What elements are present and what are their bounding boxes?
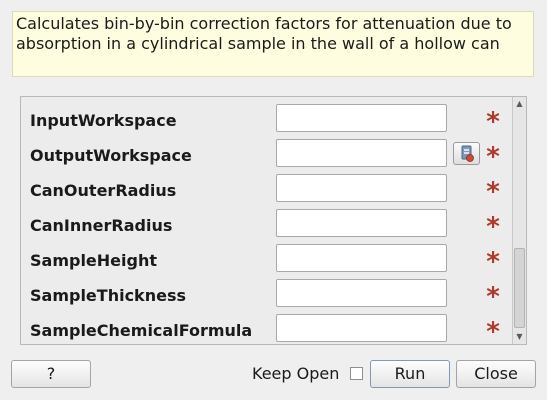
property-label: OutputWorkspace bbox=[30, 146, 192, 165]
property-label: SampleThickness bbox=[30, 286, 186, 305]
sample-thickness-field[interactable] bbox=[276, 279, 447, 307]
properties-scrollbar[interactable]: ▲ ▼ bbox=[512, 97, 526, 344]
can-outer-radius-field[interactable] bbox=[276, 174, 447, 202]
required-asterisk-icon: * bbox=[486, 317, 500, 345]
input-workspace-field[interactable] bbox=[276, 104, 447, 132]
keep-open-checkbox[interactable] bbox=[350, 367, 363, 380]
property-label: InputWorkspace bbox=[30, 111, 177, 130]
scroll-down-arrow-icon[interactable]: ▼ bbox=[513, 330, 526, 344]
close-button[interactable]: Close bbox=[456, 360, 536, 388]
scrollbar-thumb[interactable] bbox=[514, 248, 525, 328]
required-asterisk-icon: * bbox=[486, 247, 500, 277]
algorithm-description: Calculates bin-by-bin correction factors… bbox=[12, 11, 534, 77]
workspace-browse-button[interactable] bbox=[453, 142, 480, 165]
keep-open-label: Keep Open bbox=[252, 364, 340, 383]
run-button[interactable]: Run bbox=[370, 360, 450, 388]
required-asterisk-icon: * bbox=[486, 177, 500, 207]
property-label: SampleChemicalFormula bbox=[30, 321, 253, 340]
property-row-sample-height: SampleHeight * bbox=[21, 242, 513, 277]
output-workspace-field[interactable] bbox=[276, 139, 447, 167]
properties-panel: InputWorkspace * OutputWorkspace * CanOu… bbox=[20, 96, 527, 345]
can-inner-radius-field[interactable] bbox=[276, 209, 447, 237]
required-asterisk-icon: * bbox=[486, 107, 500, 137]
property-label: CanOuterRadius bbox=[30, 181, 177, 200]
help-button[interactable]: ? bbox=[11, 360, 91, 388]
sample-height-field[interactable] bbox=[276, 244, 447, 272]
property-label: SampleHeight bbox=[30, 251, 157, 270]
workspace-browse-icon bbox=[461, 145, 474, 162]
property-row-input-workspace: InputWorkspace * bbox=[21, 102, 513, 137]
property-label: CanInnerRadius bbox=[30, 216, 173, 235]
sample-chemical-formula-field[interactable] bbox=[276, 314, 447, 342]
property-row-can-outer-radius: CanOuterRadius * bbox=[21, 172, 513, 207]
property-row-sample-thickness: SampleThickness * bbox=[21, 277, 513, 312]
property-row-output-workspace: OutputWorkspace * bbox=[21, 137, 513, 172]
required-asterisk-icon: * bbox=[486, 282, 500, 312]
required-asterisk-icon: * bbox=[486, 212, 500, 242]
scroll-up-arrow-icon[interactable]: ▲ bbox=[513, 97, 526, 111]
property-row-can-inner-radius: CanInnerRadius * bbox=[21, 207, 513, 242]
required-asterisk-icon: * bbox=[486, 142, 500, 172]
property-row-sample-chemical-formula: SampleChemicalFormula * bbox=[21, 312, 513, 345]
